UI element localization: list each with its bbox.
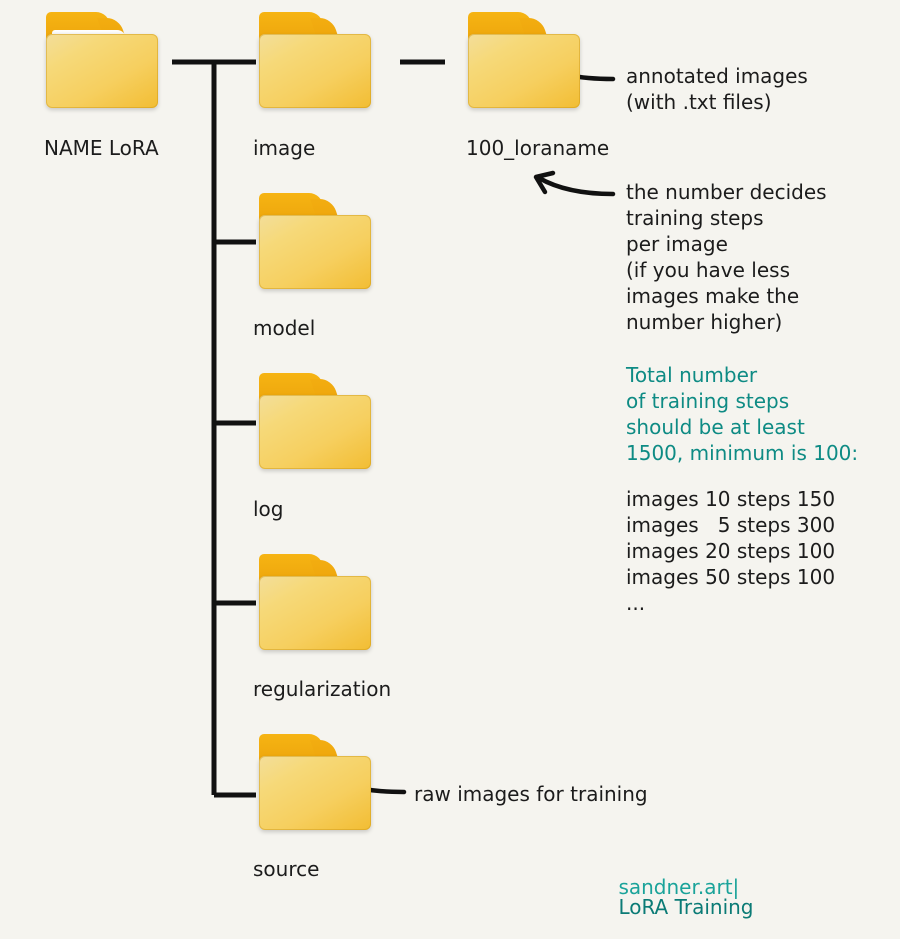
arrow-number-decides-shaft <box>536 175 616 197</box>
footer-title: LoRA Training <box>618 895 754 919</box>
example-row: ... <box>626 591 646 615</box>
folder-body <box>468 34 580 108</box>
folder-label-source: source <box>253 857 320 881</box>
folder-body <box>259 34 371 108</box>
annotation-total-steps: Total number of training steps should be… <box>626 363 859 465</box>
example-row: images 50 steps 100 <box>626 565 836 589</box>
folder-icon-name-lora[interactable] <box>44 12 160 108</box>
folder-label-name-lora: NAME LoRA <box>44 136 159 160</box>
folder-body <box>259 215 371 289</box>
annotation-raw-images: raw images for training <box>414 782 648 806</box>
folder-icon-100-loraname[interactable] <box>466 12 582 108</box>
folder-icon-source[interactable] <box>257 734 373 830</box>
folder-icon-log[interactable] <box>257 373 373 469</box>
annotation-annotated-images: annotated images (with .txt files) <box>626 64 808 114</box>
folder-label-log: log <box>253 497 284 521</box>
diagram-canvas: NAME LoRA image 100_loraname model log r… <box>0 0 900 917</box>
folder-body <box>259 395 371 469</box>
annotation-number-decides: the number decides training steps per im… <box>626 180 827 334</box>
folder-body <box>259 756 371 830</box>
arrow-number-decides-head <box>533 170 556 195</box>
footer-credit: sandner.art| LoRA Training <box>593 857 754 937</box>
folder-body <box>46 34 158 108</box>
folder-icon-model[interactable] <box>257 193 373 289</box>
folder-label-regularization: regularization <box>253 677 392 701</box>
folder-label-model: model <box>253 316 316 340</box>
examples-list: images 10 steps 150 images 5 steps 300 i… <box>626 486 835 616</box>
folder-label-image: image <box>253 136 316 160</box>
folder-icon-regularization[interactable] <box>257 554 373 650</box>
folder-icon-image[interactable] <box>257 12 373 108</box>
folder-body <box>259 576 371 650</box>
folder-label-100-loraname: 100_loraname <box>466 136 610 160</box>
example-row: images 20 steps 100 <box>626 539 836 563</box>
example-row: images 10 steps 150 <box>626 487 836 511</box>
example-row: images 5 steps 300 <box>626 513 836 537</box>
